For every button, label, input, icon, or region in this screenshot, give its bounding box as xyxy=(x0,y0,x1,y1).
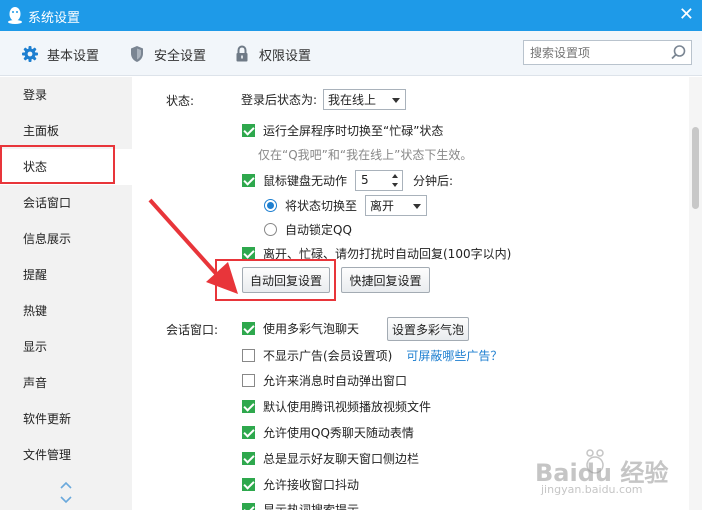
chat-sidebar-option[interactable]: 总是显示好友聊天窗口侧边栏 xyxy=(242,449,419,467)
watermark-url: jingyan.baidu.com xyxy=(541,483,643,496)
idle-checkbox[interactable] xyxy=(242,173,255,187)
option-label: 默认使用腾讯视频播放视频文件 xyxy=(263,399,432,414)
option-label: 允许来消息时自动弹出窗口 xyxy=(263,373,408,388)
option-label: 允许使用QQ秀聊天随动表情 xyxy=(263,425,414,440)
gear-icon xyxy=(22,46,38,62)
tab-basic-settings[interactable]: 基本设置 xyxy=(21,44,99,64)
stepper-value: 5 xyxy=(361,173,369,187)
baidu-watermark: Baidu 经验 jingyan.baidu.com xyxy=(535,445,695,505)
sidebar-item-info-display[interactable]: 信息展示 xyxy=(0,221,132,257)
sidebar-item-session-window[interactable]: 会话窗口 xyxy=(0,185,132,221)
idle-minutes-stepper[interactable]: 5 xyxy=(355,169,404,191)
window-title: 系统设置 xyxy=(28,11,81,26)
scrollbar-thumb[interactable] xyxy=(692,127,699,209)
sidebar-scroll-arrows-icon[interactable] xyxy=(58,480,74,510)
hot-search-option[interactable]: 显示热词搜索提示 xyxy=(242,500,359,510)
select-value: 离开 xyxy=(370,198,395,213)
annotation-arrow-icon xyxy=(148,198,238,294)
option-label: 允许接收窗口抖动 xyxy=(263,477,360,492)
option-label: 运行全屏程序时切换至“忙碌”状态 xyxy=(263,123,444,138)
search-input[interactable] xyxy=(530,41,665,64)
sidebar-item-display[interactable]: 显示 xyxy=(0,329,132,365)
idle-lock-option[interactable]: 自动锁定QQ xyxy=(264,220,352,238)
shield-icon xyxy=(131,46,143,62)
tab-security-settings[interactable]: 安全设置 xyxy=(128,44,206,64)
set-bubble-button[interactable]: 设置多彩气泡 xyxy=(387,317,469,341)
hide-ads-checkbox[interactable] xyxy=(242,348,255,362)
idle-switch-radio[interactable] xyxy=(264,198,277,212)
option-label: 总是显示好友聊天窗口侧边栏 xyxy=(263,451,420,466)
sidebar-item-hotkeys[interactable]: 热键 xyxy=(0,293,132,329)
idle-lock-radio[interactable] xyxy=(264,222,277,236)
select-value: 我在线上 xyxy=(328,92,377,107)
status-section-label: 状态: xyxy=(166,94,195,108)
auto-popup-option[interactable]: 允许来消息时自动弹出窗口 xyxy=(242,371,407,389)
hot-search-checkbox[interactable] xyxy=(242,502,255,510)
stepper-arrows-icon[interactable] xyxy=(390,172,400,189)
after-login-label: 登录后状态为: xyxy=(241,92,318,107)
chat-sidebar-checkbox[interactable] xyxy=(242,451,255,465)
colorful-bubble-option[interactable]: 使用多彩气泡聊天 xyxy=(242,319,359,337)
option-label: 不显示广告(会员设置项) xyxy=(263,348,393,363)
search-icon[interactable] xyxy=(670,44,687,61)
hide-ads-option[interactable]: 不显示广告(会员设置项) 可屏蔽哪些广告？ xyxy=(242,346,502,364)
tencent-video-option[interactable]: 默认使用腾讯视频播放视频文件 xyxy=(242,397,431,415)
colorful-bubble-checkbox[interactable] xyxy=(242,321,255,335)
option-label: 显示热词搜索提示 xyxy=(263,502,360,510)
tab-permission-settings[interactable]: 权限设置 xyxy=(233,44,311,64)
after-login-status-select[interactable]: 我在线上 xyxy=(323,88,407,110)
sidebar-item-reminders[interactable]: 提醒 xyxy=(0,257,132,293)
blockable-ads-link[interactable]: 可屏蔽哪些广告？ xyxy=(406,347,502,364)
fullscreen-busy-checkbox[interactable] xyxy=(242,123,255,137)
fullscreen-busy-option[interactable]: 运行全屏程序时切换至“忙碌”状态 xyxy=(242,121,443,139)
option-label: 自动锁定QQ xyxy=(285,222,352,237)
settings-search[interactable] xyxy=(523,40,692,65)
title-bar: 系统设置 ✕ xyxy=(0,0,702,31)
idle-switch-status-select[interactable]: 离开 xyxy=(365,194,428,216)
sidebar-item-software-update[interactable]: 软件更新 xyxy=(0,401,132,437)
session-section-label: 会话窗口: xyxy=(166,323,219,337)
lock-icon xyxy=(236,45,248,62)
auto-popup-checkbox[interactable] xyxy=(242,373,255,387)
quick-reply-settings-button[interactable]: 快捷回复设置 xyxy=(341,267,430,293)
idle-option[interactable]: 鼠标键盘无动作 5 分钟后: xyxy=(242,169,454,191)
tab-label: 基本设置 xyxy=(47,48,100,64)
sidebar: 登录 主面板 状态 会话窗口 信息展示 提醒 热键 显示 声音 软件更新 文件管… xyxy=(0,77,132,510)
option-label: 使用多彩气泡聊天 xyxy=(263,321,360,336)
sidebar-item-login[interactable]: 登录 xyxy=(0,77,132,113)
tencent-video-checkbox[interactable] xyxy=(242,399,255,413)
chevron-down-icon xyxy=(392,97,401,103)
sidebar-item-file-management[interactable]: 文件管理 xyxy=(0,437,132,473)
sidebar-item-sound[interactable]: 声音 xyxy=(0,365,132,401)
option-label: 将状态切换至 xyxy=(285,198,358,213)
tab-label: 权限设置 xyxy=(259,48,312,64)
penguin-logo-icon xyxy=(8,7,22,24)
fullscreen-hint: 仅在“Q我吧”和“我在线上”状态下生效。 xyxy=(258,148,473,162)
close-icon[interactable]: ✕ xyxy=(679,4,694,25)
highlight-box-status xyxy=(0,145,115,184)
idle-switch-option[interactable]: 将状态切换至 离开 xyxy=(264,194,428,216)
after-login-status-row: 登录后状态为: 我在线上 xyxy=(241,88,407,110)
sidebar-item-main-panel[interactable]: 主面板 xyxy=(0,113,132,149)
window-shake-option[interactable]: 允许接收窗口抖动 xyxy=(242,475,359,493)
tab-label: 安全设置 xyxy=(154,48,207,64)
qq-show-emotes-checkbox[interactable] xyxy=(242,425,255,439)
option-label: 鼠标键盘无动作 xyxy=(263,173,348,188)
window-shake-checkbox[interactable] xyxy=(242,477,255,491)
idle-suffix: 分钟后: xyxy=(413,173,454,188)
qq-show-emotes-option[interactable]: 允许使用QQ秀聊天随动表情 xyxy=(242,423,414,441)
chevron-down-icon xyxy=(413,203,422,209)
